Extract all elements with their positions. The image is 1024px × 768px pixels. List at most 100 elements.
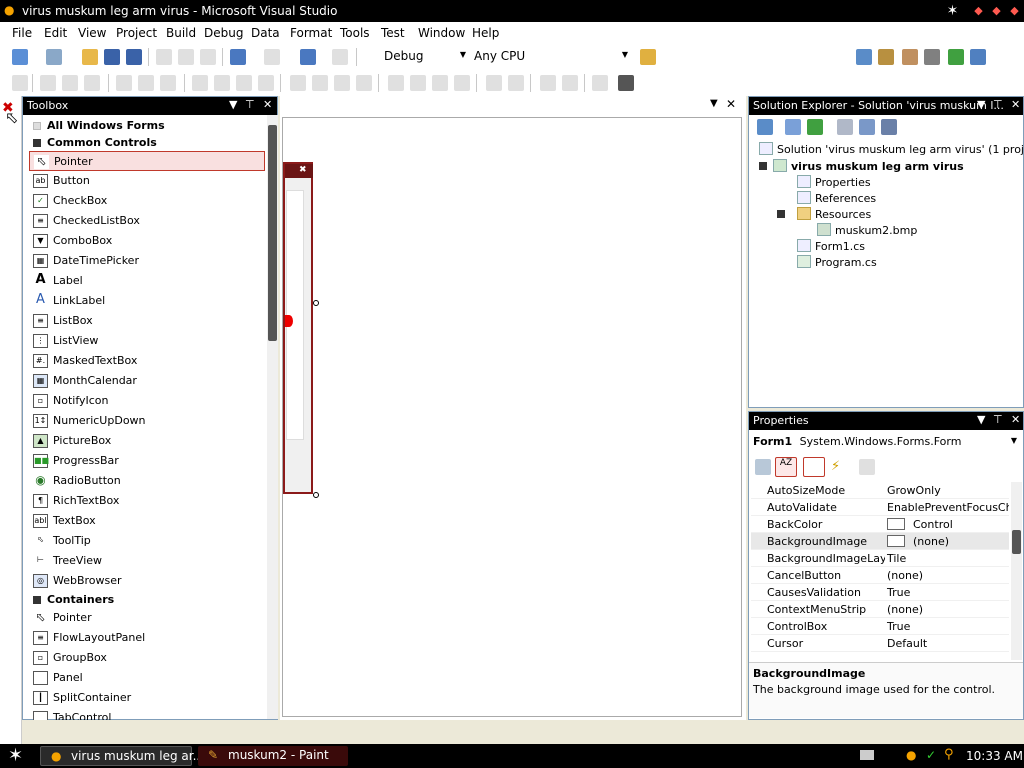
close-toolbox-icon[interactable]: ✕: [263, 98, 272, 111]
resize-handle-right[interactable]: [313, 300, 319, 306]
minimize-button[interactable]: ◆: [970, 3, 987, 19]
save-all-icon[interactable]: [126, 49, 142, 65]
tree-project[interactable]: virus muskum leg arm virus: [759, 159, 964, 173]
tool-radiobutton[interactable]: ◉ RadioButton: [29, 471, 265, 491]
group-all-windows-forms[interactable]: All Windows Forms: [29, 118, 265, 135]
maximize-button[interactable]: ◆: [988, 3, 1005, 19]
object-browser-icon[interactable]: [902, 49, 918, 65]
navigate-backward-icon[interactable]: [300, 49, 316, 65]
tool-splitcontainer[interactable]: ┃ SplitContainer: [29, 688, 265, 708]
toolbox-scrollbar[interactable]: [267, 115, 278, 719]
tool-monthcalendar[interactable]: ▦ MonthCalendar: [29, 371, 265, 391]
window-position-icon[interactable]: ▼: [229, 98, 237, 111]
tool-listview[interactable]: ⋮ ListView: [29, 331, 265, 351]
tool-combobox[interactable]: ▼ ComboBox: [29, 231, 265, 251]
tree-muskum2-bmp[interactable]: muskum2.bmp: [817, 223, 917, 237]
tool-checkbox[interactable]: ✓ CheckBox: [29, 191, 265, 211]
start-button[interactable]: ✶: [8, 745, 23, 766]
new-project-icon[interactable]: [12, 49, 28, 65]
save-icon[interactable]: [104, 49, 120, 65]
close-properties-icon[interactable]: ✕: [1011, 413, 1020, 426]
tool-webbrowser[interactable]: ◎ WebBrowser: [29, 571, 265, 591]
view-designer-icon[interactable]: [859, 119, 875, 135]
window-position-icon[interactable]: ▼: [977, 98, 985, 111]
send-to-back-icon[interactable]: [562, 75, 578, 91]
menu-tools[interactable]: Tools: [340, 26, 370, 40]
align-centers-icon[interactable]: [62, 75, 78, 91]
tool-flowlayoutpanel[interactable]: ≡ FlowLayoutPanel: [29, 628, 265, 648]
tray-search-icon[interactable]: ⚲: [944, 747, 954, 762]
tool-groupbox[interactable]: ▫ GroupBox: [29, 648, 265, 668]
tray-app-icon[interactable]: ●: [906, 748, 916, 762]
categorized-icon[interactable]: [755, 459, 771, 475]
auto-hide-pin-icon[interactable]: ⊤: [993, 98, 1003, 111]
menu-test[interactable]: Test: [381, 26, 405, 40]
window-position-icon[interactable]: ▼: [977, 413, 985, 426]
tool-label[interactable]: A Label: [29, 271, 265, 291]
properties-window-icon[interactable]: [878, 49, 894, 65]
tool-treeview[interactable]: ⊢ TreeView: [29, 551, 265, 571]
solution-explorer-icon[interactable]: [856, 49, 872, 65]
lock-controls-icon[interactable]: [592, 75, 608, 91]
tray-network-icon[interactable]: ✓: [926, 748, 936, 762]
align-lefts-icon[interactable]: [40, 75, 56, 91]
auto-hide-pin-icon[interactable]: ⊤: [245, 98, 255, 111]
view-class-diagram-icon[interactable]: [881, 119, 897, 135]
menu-view[interactable]: View: [78, 26, 106, 40]
property-row[interactable]: ControlBox True: [751, 618, 1009, 635]
property-pages-icon[interactable]: [859, 459, 875, 475]
undo-icon[interactable]: [230, 49, 246, 65]
tool-panel[interactable]: Panel: [29, 668, 265, 688]
tool-containers-pointer[interactable]: ⬁ Pointer: [29, 608, 265, 628]
tree-form1-cs[interactable]: Form1.cs: [797, 239, 865, 253]
center-vertically-icon[interactable]: [508, 75, 524, 91]
tool-linklabel[interactable]: A LinkLabel: [29, 291, 265, 311]
keyboard-icon[interactable]: [860, 750, 874, 760]
decrease-vertical-spacing-icon[interactable]: [432, 75, 448, 91]
menu-format[interactable]: Format: [290, 26, 332, 40]
property-row[interactable]: AutoValidateEnablePreventFocusChang: [751, 499, 1009, 516]
toolbox-scroll-thumb[interactable]: [268, 125, 277, 341]
open-folder-icon[interactable]: [82, 49, 98, 65]
tool-picturebox[interactable]: ▲ PictureBox: [29, 431, 265, 451]
events-lightning-icon[interactable]: ⚡: [831, 459, 840, 474]
refresh-icon[interactable]: [807, 119, 823, 135]
tree-resources[interactable]: Resources: [777, 207, 871, 221]
tree-properties[interactable]: Properties: [797, 175, 871, 189]
tab-order-icon[interactable]: [618, 75, 634, 91]
align-to-grid-icon[interactable]: [12, 75, 28, 91]
align-middles-icon[interactable]: [138, 75, 154, 91]
align-tops-icon[interactable]: [116, 75, 132, 91]
form1-designer[interactable]: ✖: [283, 162, 313, 494]
add-item-icon[interactable]: [46, 49, 62, 65]
properties-icon[interactable]: [757, 119, 773, 135]
size-to-grid-icon[interactable]: [258, 75, 274, 91]
tool-tooltip[interactable]: ⬁ ToolTip: [29, 531, 265, 551]
property-row[interactable]: ContextMenuStrip (none): [751, 601, 1009, 618]
center-horizontally-icon[interactable]: [486, 75, 502, 91]
auto-hide-pin-icon[interactable]: ⊤: [993, 413, 1003, 426]
make-same-size-icon[interactable]: [236, 75, 252, 91]
menu-window[interactable]: Window: [418, 26, 465, 40]
find-combo[interactable]: [660, 48, 846, 66]
alphabetical-icon[interactable]: AZ: [775, 457, 797, 477]
vertical-spacing-icon[interactable]: [388, 75, 404, 91]
tool-maskedtextbox[interactable]: #. MaskedTextBox: [29, 351, 265, 371]
tool-numericupdown[interactable]: 1↕ NumericUpDown: [29, 411, 265, 431]
make-same-width-icon[interactable]: [192, 75, 208, 91]
menu-help[interactable]: Help: [472, 26, 499, 40]
remove-vertical-spacing-icon[interactable]: [454, 75, 470, 91]
copy-icon[interactable]: [178, 49, 194, 65]
object-selector[interactable]: Form1 System.Windows.Forms.Form ▼: [751, 435, 1021, 453]
start-page-icon[interactable]: [948, 49, 964, 65]
property-row[interactable]: Cursor Default: [751, 635, 1009, 652]
task-visual-studio[interactable]: ● virus muskum leg ar...: [40, 746, 204, 766]
design-surface[interactable]: ✖: [282, 117, 742, 717]
resize-handle-corner[interactable]: [313, 492, 319, 498]
show-all-files-icon[interactable]: [785, 119, 801, 135]
tool-textbox[interactable]: abl TextBox: [29, 511, 265, 531]
tree-solution[interactable]: Solution 'virus muskum leg arm virus' (1…: [759, 142, 1024, 156]
document-outline-icon[interactable]: [970, 49, 986, 65]
tree-program-cs[interactable]: Program.cs: [797, 255, 877, 269]
close-button[interactable]: ◆: [1006, 3, 1023, 19]
